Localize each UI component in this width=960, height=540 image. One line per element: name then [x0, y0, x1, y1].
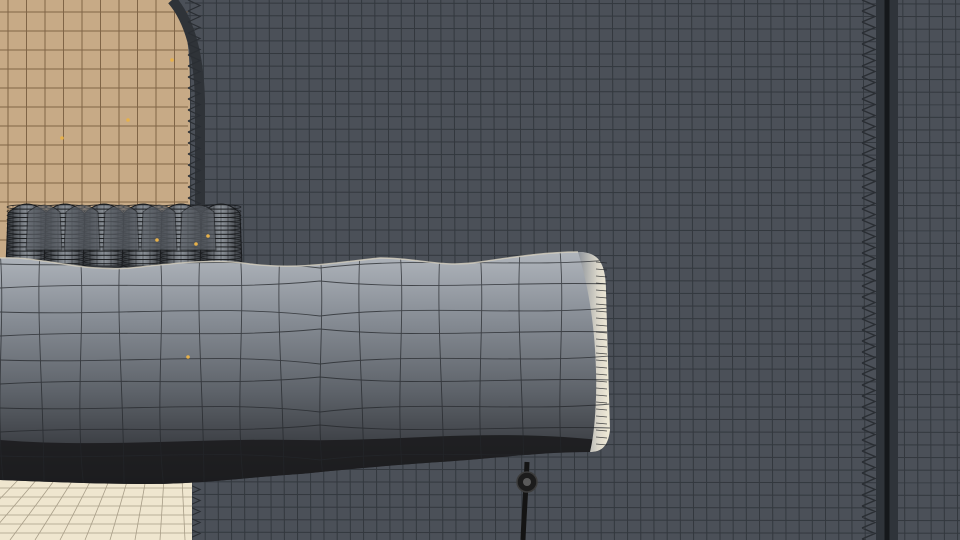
cushion-mesh[interactable]: [0, 250, 610, 490]
vertex-marker: [126, 118, 130, 122]
rope-knot-center: [523, 478, 531, 486]
floor-plane[interactable]: [0, 477, 192, 540]
spring-coil-back-row: [25, 204, 217, 251]
3d-viewport[interactable]: [0, 0, 960, 540]
vertex-marker: [155, 238, 159, 242]
vertex-marker: [194, 242, 198, 246]
vertex-marker: [60, 136, 64, 140]
vertex-marker: [170, 58, 174, 62]
vertex-marker: [186, 355, 190, 359]
vertex-marker: [206, 234, 210, 238]
viewport-canvas[interactable]: [0, 0, 960, 540]
